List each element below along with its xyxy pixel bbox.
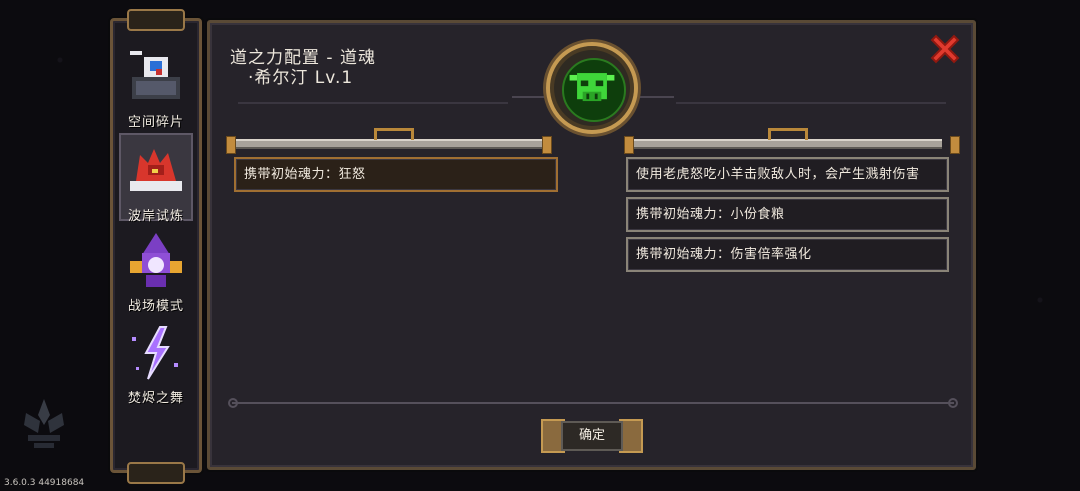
right-rail-cap [950,136,960,154]
title-underline-right [676,102,946,104]
sidebar-item-label: 焚烬之舞 [127,391,184,406]
divider-cap [948,398,958,408]
sidebar-bottom-ornament [127,462,185,484]
confirm-button-label: 确定 [561,421,623,451]
soul-effect-entry: 使用老虎怒吃小羊击败敌人时，会产生溅射伤害 [626,157,949,192]
shore-trial-icon [130,149,182,191]
entry-text: 使用老虎怒吃小羊击败敌人时，会产生溅射伤害 [636,167,920,182]
left-rail-handle [374,128,414,140]
right-rail-cap [624,136,634,154]
title-underline-left [238,102,508,104]
confirm-button[interactable]: 确定 [541,415,643,457]
space-fragment-icon [130,51,180,99]
title-line-1: 道之力配置 - 道魂 [230,48,376,68]
left-rail-cap [226,136,236,154]
entry-text: 携带初始魂力：小份食粮 [636,207,785,222]
soul-emblem [546,42,638,134]
sidebar-item-space-fragment[interactable]: 空间碎片 [119,41,193,130]
lotus-emblem-icon [24,399,64,448]
sidebar-top-ornament [127,9,185,31]
title-line-2: ·希尔汀 Lv.1 [248,68,354,88]
sidebar-item-ember-dance[interactable]: 焚烬之舞 [119,317,193,406]
sidebar-item-shore-trial[interactable]: 波岸试炼 [119,133,193,224]
sidebar-item-label: 波岸试炼 [127,209,184,224]
ember-dance-icon [132,326,178,380]
sidebar-item-label: 战场模式 [127,299,184,314]
divider-cap [228,398,238,408]
entry-text: 携带初始魂力：伤害倍率强化 [636,247,812,262]
version-label: 3.6.0.3 44918684 [4,478,85,488]
sidebar-item-battlefield[interactable]: 战场模式 [119,225,193,314]
battlefield-icon [130,233,182,287]
left-rail-cap [542,136,552,154]
bottom-divider [232,402,954,404]
soul-effect-entry: 携带初始魂力：伤害倍率强化 [626,237,949,272]
mode-sidebar: 空间碎片 波岸试炼 战场模式 焚烬之舞 [110,9,202,484]
close-icon[interactable] [928,32,962,66]
page-title: 道之力配置 - 道魂 ·希尔汀 Lv.1 [230,48,376,88]
emblem-ornament-right [640,96,674,98]
emblem-ornament-left [512,96,546,98]
soul-effect-entry: 携带初始魂力：小份食粮 [626,197,949,232]
bull-skull-icon [569,73,615,102]
soul-power-entry[interactable]: 携带初始魂力：狂怒 [234,157,558,192]
entry-text: 携带初始魂力：狂怒 [244,167,366,182]
left-rail [235,139,545,149]
right-rail [632,139,942,149]
sidebar-item-label: 空间碎片 [127,115,184,130]
right-rail-handle [768,128,808,140]
